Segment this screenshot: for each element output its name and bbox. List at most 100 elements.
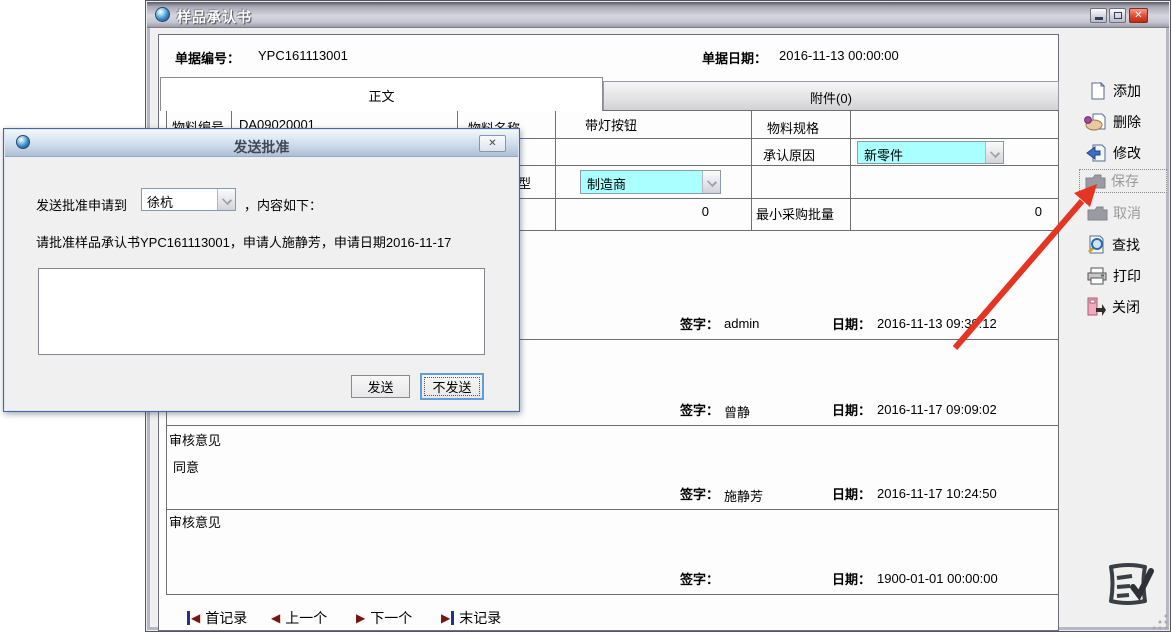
- sign-label: 签字：: [680, 314, 719, 333]
- approval-message: 请批准样品承认书YPC161113001，申请人施静芳，申请日期2016-11-…: [36, 232, 451, 251]
- sign-value: 施静芳: [724, 486, 763, 505]
- date-label: 日期：: [832, 484, 871, 503]
- nav-last-label: 末记录: [459, 608, 501, 628]
- dialog-title: 发送批准: [5, 137, 518, 157]
- modify-button[interactable]: 修改: [1086, 141, 1141, 165]
- add-button[interactable]: 添加: [1088, 79, 1141, 103]
- close-button[interactable]: ✕: [1129, 8, 1148, 23]
- tab-body[interactable]: 正文: [160, 77, 603, 111]
- nav-previous[interactable]: ◀ 上一个: [271, 608, 327, 628]
- no-send-button[interactable]: 不发送: [420, 373, 484, 400]
- manufacturer-value: 制造商: [581, 171, 702, 193]
- save-button[interactable]: 保存: [1079, 169, 1167, 193]
- tab-body-label: 正文: [368, 89, 394, 104]
- close-window-button[interactable]: 关闭: [1085, 295, 1140, 319]
- tab-attachments-label: 附件(0): [810, 91, 852, 106]
- approve-reason-label: 承认原因: [763, 145, 815, 164]
- sign-label: 签字：: [680, 569, 719, 588]
- date-value: 2016-11-17 09:09:02: [877, 402, 997, 417]
- content-suffix-label: ，内容如下：: [244, 195, 322, 214]
- print-button[interactable]: 打印: [1086, 264, 1141, 288]
- review-opinion-label: 审核意见: [169, 512, 221, 531]
- sign-label: 签字：: [680, 400, 719, 419]
- min-purchase-value[interactable]: 0: [850, 204, 1058, 219]
- titlebar[interactable]: 样品承认书 ✕: [147, 2, 1169, 28]
- desktop: 样品承认书 ✕ 单据编号： YPC161113001 单据日期： 2016-11…: [0, 0, 1172, 639]
- qty-value[interactable]: 0: [555, 204, 751, 219]
- close-icon: ✕: [1134, 10, 1142, 21]
- minimize-icon: [1095, 17, 1103, 20]
- delete-button[interactable]: 删除: [1084, 110, 1141, 134]
- print-label: 打印: [1113, 266, 1141, 286]
- nav-previous-label: 上一个: [285, 608, 327, 628]
- exit-door-icon: [1085, 296, 1107, 318]
- nav-first-label: 首记录: [205, 608, 247, 628]
- chevron-down-icon[interactable]: [702, 171, 720, 193]
- maximize-button[interactable]: [1109, 8, 1126, 23]
- date-label: 日期：: [832, 569, 871, 588]
- date-value: 2016-11-13 09:39:12: [877, 316, 997, 331]
- sign-value: 曾静: [724, 402, 750, 421]
- delete-hand-icon: [1084, 112, 1108, 132]
- first-record-icon: ◀: [187, 611, 200, 625]
- approve-reason-value: 新零件: [858, 142, 985, 163]
- nav-first-record[interactable]: ◀ 首记录: [187, 608, 247, 628]
- modify-label: 修改: [1113, 143, 1141, 163]
- resize-grip[interactable]: [1151, 611, 1171, 631]
- window-title: 样品承认书: [177, 7, 252, 27]
- save-label: 保存: [1111, 169, 1139, 193]
- cancel-button[interactable]: 取消: [1086, 201, 1141, 225]
- date-value: 1900-01-01 00:00:00: [877, 571, 998, 586]
- recipient-select[interactable]: 徐杭: [141, 188, 236, 211]
- manufacturer-select[interactable]: 制造商: [580, 170, 721, 194]
- delete-label: 删除: [1113, 112, 1141, 132]
- material-spec-label: 物料规格: [767, 118, 819, 137]
- comment-textarea[interactable]: [38, 268, 485, 355]
- material-name-value[interactable]: 带灯按钮: [585, 115, 637, 134]
- date-label: 日期：: [832, 400, 871, 419]
- close-window-label: 关闭: [1112, 297, 1140, 317]
- dialog-titlebar[interactable]: 发送批准 ✕: [5, 130, 518, 157]
- min-purchase-label: 最小采购批量: [756, 204, 834, 223]
- review-opinion-label: 审核意见: [169, 430, 221, 449]
- printer-icon: [1086, 266, 1108, 286]
- approval-stamp-icon: [1099, 557, 1161, 619]
- approve-reason-select[interactable]: 新零件: [857, 141, 1004, 164]
- save-folder-icon: [1084, 172, 1106, 190]
- send-button[interactable]: 发送: [351, 375, 410, 398]
- send-label: 发送: [367, 380, 393, 395]
- search-icon: [1085, 234, 1107, 256]
- cancel-label: 取消: [1113, 203, 1141, 223]
- tab-attachments[interactable]: 附件(0): [603, 81, 1059, 111]
- doc-no-value: YPC161113001: [258, 48, 348, 63]
- nav-next[interactable]: ▶ 下一个: [356, 608, 412, 628]
- chevron-down-icon[interactable]: [985, 142, 1003, 163]
- add-document-icon: [1088, 81, 1108, 101]
- previous-icon: ◀: [271, 611, 280, 625]
- last-record-icon: ▶: [441, 611, 454, 625]
- minimize-button[interactable]: [1090, 8, 1107, 23]
- doc-date-value: 2016-11-13 00:00:00: [779, 48, 899, 63]
- find-label: 查找: [1112, 235, 1140, 255]
- date-value: 2016-11-17 10:24:50: [877, 486, 997, 501]
- send-approval-dialog: 发送批准 ✕ 发送批准申请到 徐杭 ，内容如下： 请批准样品承认书YPC1611…: [3, 128, 520, 412]
- no-send-label: 不发送: [432, 380, 471, 395]
- send-to-label: 发送批准申请到: [36, 195, 127, 214]
- dialog-close-icon: ✕: [488, 138, 496, 149]
- nav-last-record[interactable]: ▶ 末记录: [441, 608, 501, 628]
- sign-label: 签字：: [680, 484, 719, 503]
- modify-icon: [1086, 143, 1108, 163]
- recipient-value: 徐杭: [142, 189, 217, 210]
- cancel-folder-icon: [1086, 204, 1108, 222]
- sign-value: admin: [724, 316, 759, 331]
- find-button[interactable]: 查找: [1085, 233, 1140, 257]
- date-label: 日期：: [832, 314, 871, 333]
- doc-no-label: 单据编号：: [175, 48, 240, 67]
- maximize-icon: [1114, 12, 1122, 19]
- next-icon: ▶: [356, 611, 365, 625]
- dialog-close-button[interactable]: ✕: [479, 135, 506, 152]
- review-opinion-value: 同意: [173, 457, 199, 476]
- chevron-down-icon[interactable]: [217, 189, 235, 210]
- nav-next-label: 下一个: [370, 608, 412, 628]
- add-label: 添加: [1113, 81, 1141, 101]
